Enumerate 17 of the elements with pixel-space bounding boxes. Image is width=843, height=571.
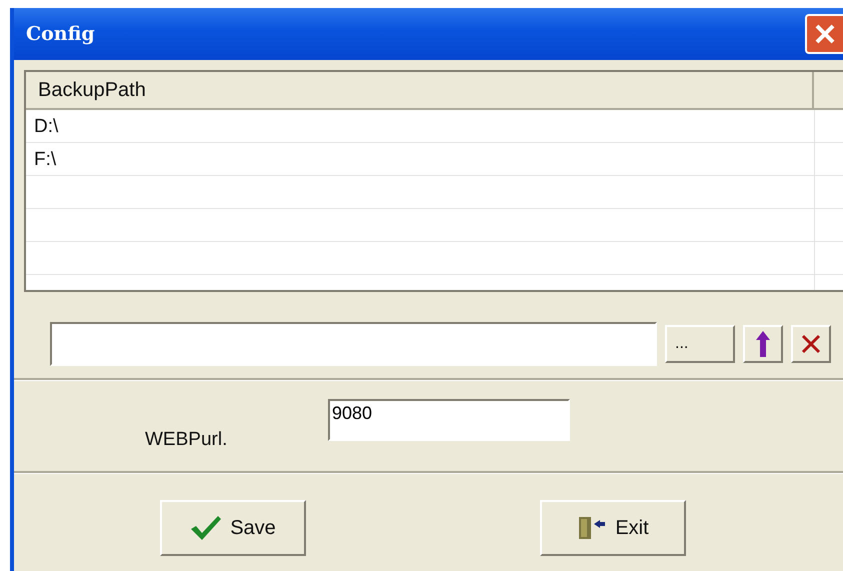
close-button[interactable] [805, 14, 843, 54]
port-label: WEBPurl. [145, 429, 228, 451]
door-icon [577, 516, 608, 540]
close-icon [814, 23, 836, 45]
exit-button[interactable]: Exit [540, 500, 686, 556]
table-cell[interactable]: D:\ [26, 116, 58, 138]
delete-button[interactable] [791, 325, 831, 363]
browse-button[interactable]: ... [665, 325, 735, 363]
up-button[interactable] [743, 325, 783, 363]
delete-icon [801, 334, 821, 354]
window-title: Config [26, 23, 95, 45]
path-input-field[interactable] [50, 322, 657, 366]
table-cell[interactable]: F:\ [26, 148, 56, 170]
port-input-field[interactable]: 9080 [328, 399, 570, 441]
save-button[interactable]: Save [160, 500, 306, 556]
up-arrow-icon [756, 331, 770, 357]
checkmark-icon [190, 515, 222, 541]
